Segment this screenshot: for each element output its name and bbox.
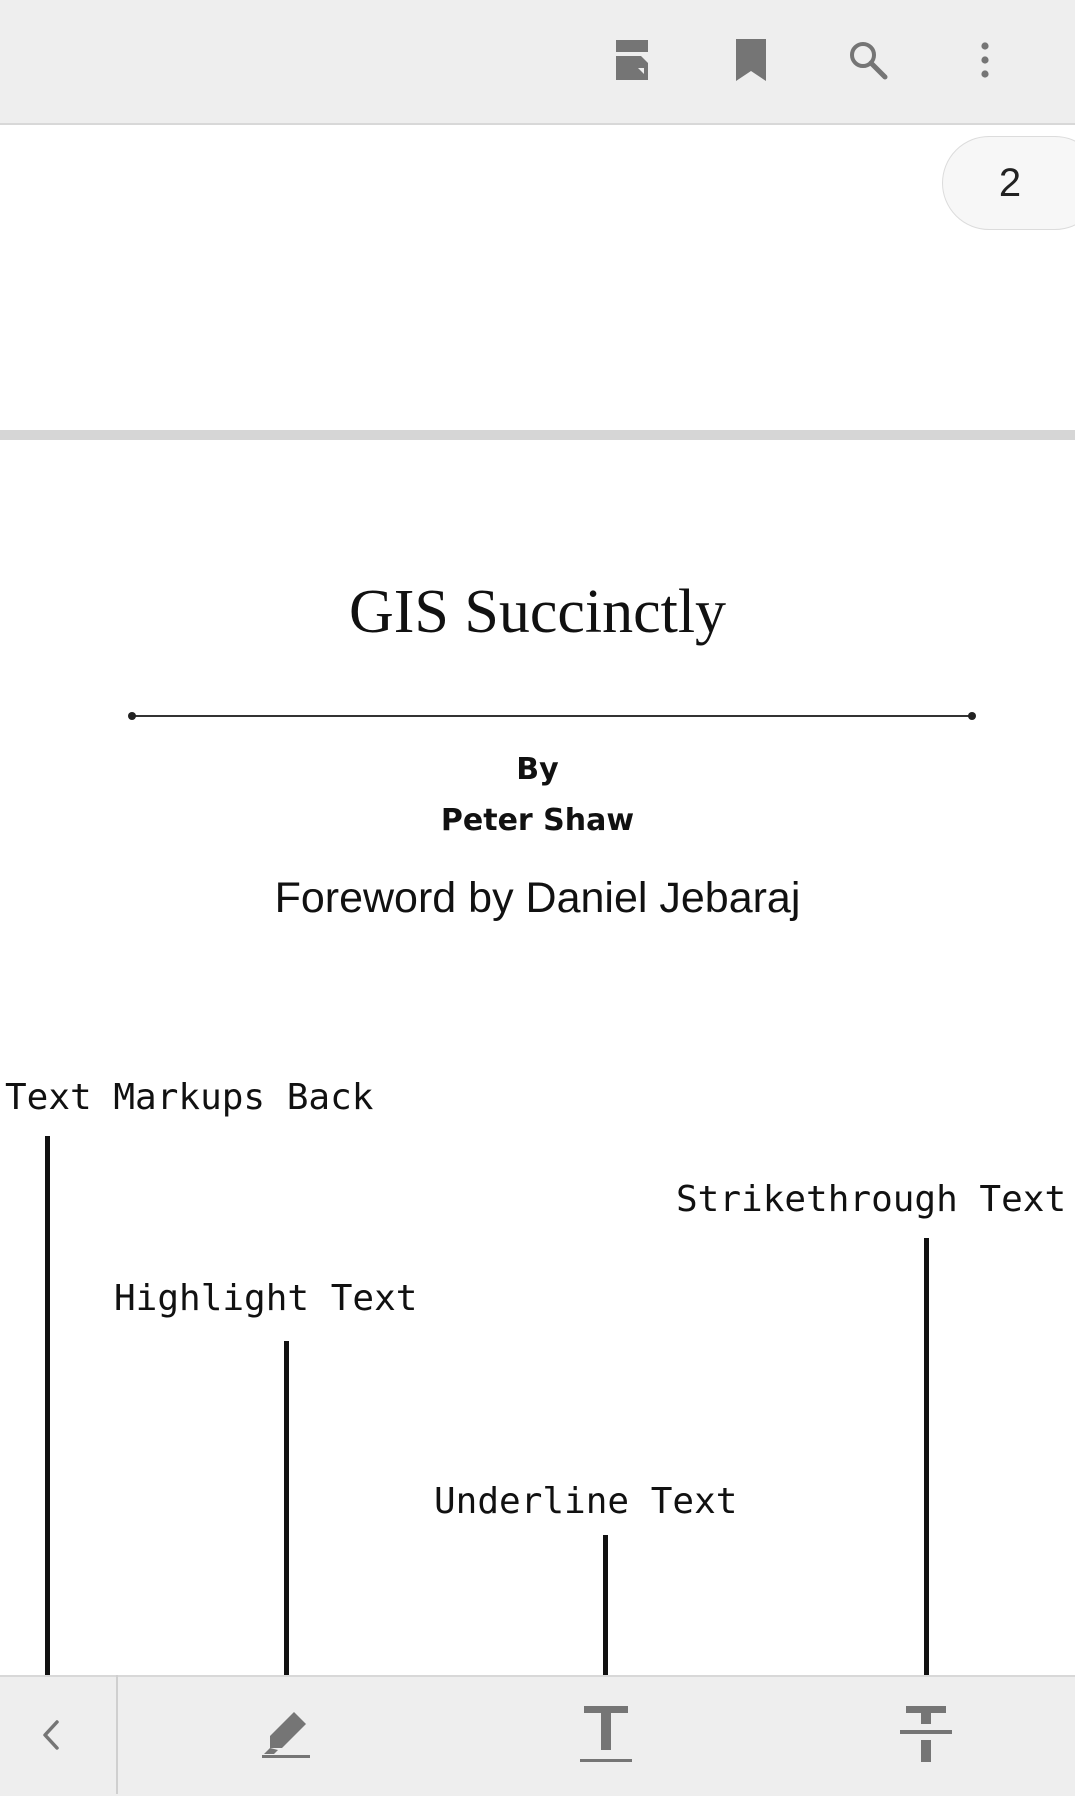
- foreword-line: Foreword by Daniel Jebaraj: [274, 874, 801, 922]
- underline-icon: [578, 1704, 634, 1770]
- more-vert-icon: [980, 42, 990, 78]
- callout-highlight-line: [284, 1341, 289, 1695]
- title-rule: [131, 715, 973, 717]
- strikethrough-icon: [898, 1704, 954, 1770]
- callout-underline-label: Underline Text: [434, 1481, 738, 1522]
- callout-highlight-label: Highlight Text: [114, 1278, 418, 1319]
- callout-underline-line: [603, 1535, 608, 1693]
- callout-back-line: [45, 1136, 50, 1706]
- title-rule-right-dot: [968, 712, 976, 720]
- bookmark-icon: [734, 37, 768, 83]
- markup-toolbar-divider: [116, 1675, 118, 1794]
- author-name: Peter Shaw: [440, 803, 635, 838]
- page-number-text: 2: [998, 161, 1022, 205]
- callout-strikethrough-line: [924, 1238, 929, 1688]
- title-rule-left-dot: [128, 712, 136, 720]
- markup-back-button[interactable]: [10, 1700, 90, 1774]
- strikethrough-button[interactable]: [886, 1700, 966, 1774]
- search-icon: [848, 40, 888, 80]
- more-options-button[interactable]: [950, 28, 1020, 92]
- top-toolbar: [0, 0, 1075, 125]
- back-chevron-icon: [39, 1718, 61, 1756]
- by-label: By: [516, 752, 559, 787]
- page-separator: [0, 430, 1075, 440]
- callout-strikethrough-label: Strikethrough Text: [676, 1179, 1067, 1220]
- highlight-pen-icon: [258, 1710, 314, 1764]
- highlight-button[interactable]: [246, 1700, 326, 1774]
- callout-back-label: Text Markups Back: [5, 1077, 374, 1118]
- document-title: GIS Succinctly: [348, 578, 727, 646]
- previous-page-area: [0, 125, 1075, 430]
- bookmark-pane-icon: [614, 38, 654, 82]
- bookmark-pane-button[interactable]: [599, 28, 669, 92]
- search-button[interactable]: [833, 28, 903, 92]
- bookmark-button[interactable]: [716, 28, 786, 92]
- underline-button[interactable]: [566, 1700, 646, 1774]
